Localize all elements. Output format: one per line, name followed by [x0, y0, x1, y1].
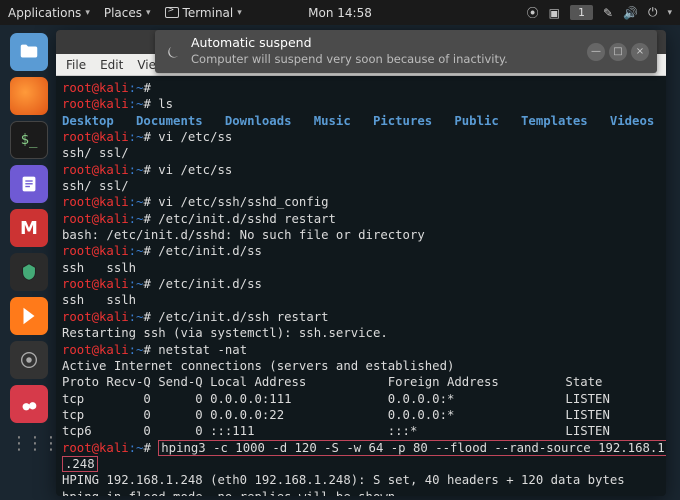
- dock-app-armitage[interactable]: [10, 253, 48, 291]
- dock-app-terminal[interactable]: $_: [10, 121, 48, 159]
- dock: $_ M ⋮⋮⋮: [10, 33, 54, 454]
- notification-close-button[interactable]: ×: [631, 43, 649, 61]
- menu-file[interactable]: File: [66, 58, 86, 72]
- camera-icon[interactable]: ▣: [549, 6, 560, 20]
- dock-show-apps[interactable]: ⋮⋮⋮: [10, 429, 54, 454]
- dock-app-text-editor[interactable]: [10, 165, 48, 203]
- dock-app-maltego[interactable]: [10, 341, 48, 379]
- volume-icon[interactable]: 🔊: [623, 6, 638, 20]
- notification-title: Automatic suspend: [191, 35, 587, 52]
- notification: ⏾ Automatic suspend Computer will suspen…: [155, 30, 657, 73]
- notification-minimize-button[interactable]: —: [587, 43, 605, 61]
- dock-app-metasploit[interactable]: M: [10, 209, 48, 247]
- workspace-indicator[interactable]: 1: [570, 5, 593, 20]
- suspend-icon: ⏾: [155, 43, 191, 61]
- notification-maximize-button[interactable]: □: [609, 43, 627, 61]
- dock-app-firefox[interactable]: [10, 77, 48, 115]
- terminal-menu[interactable]: Terminal▾: [165, 6, 242, 20]
- terminal-icon: [165, 7, 179, 18]
- applications-menu[interactable]: Applications▾: [8, 6, 90, 20]
- power-icon[interactable]: ⏻: [648, 5, 658, 20]
- record-icon[interactable]: ⦿: [527, 4, 539, 21]
- dock-app-files[interactable]: [10, 33, 48, 71]
- edit-icon[interactable]: ✎: [603, 6, 613, 20]
- system-caret-icon[interactable]: ▾: [667, 8, 672, 18]
- notification-body: Computer will suspend very soon because …: [191, 52, 587, 68]
- dock-app-burpsuite[interactable]: [10, 297, 48, 335]
- top-panel: Applications▾ Places▾ Terminal▾ Mon 14:5…: [0, 0, 680, 25]
- places-menu[interactable]: Places▾: [104, 6, 151, 20]
- clock[interactable]: Mon 14:58: [308, 6, 372, 20]
- terminal-window: File Edit View root@kali:~# root@kali:~#…: [56, 30, 666, 496]
- menu-edit[interactable]: Edit: [100, 58, 123, 72]
- terminal-output[interactable]: root@kali:~# root@kali:~# lsDesktop Docu…: [56, 76, 666, 496]
- dock-app-cherrytree[interactable]: [10, 385, 48, 423]
